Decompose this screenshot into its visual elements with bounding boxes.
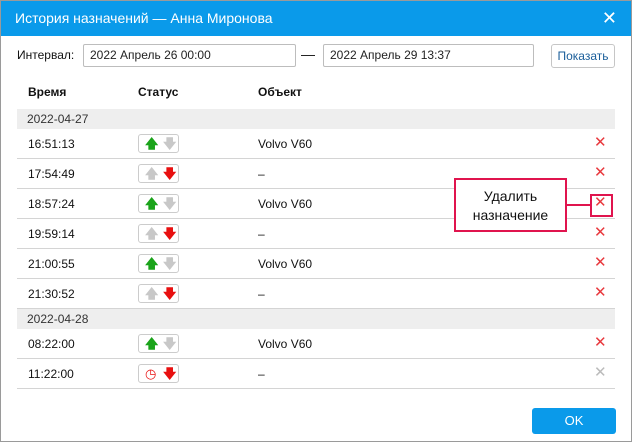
row-object: Volvo V60: [258, 197, 313, 211]
row-object: Volvo V60: [258, 257, 313, 271]
status-indicator: 🡅 🡇: [138, 334, 179, 353]
arrow-up-icon: 🡅: [145, 166, 159, 181]
dialog-title: История назначений — Анна Миронова: [15, 10, 273, 26]
row-time: 16:51:13: [28, 137, 75, 151]
delete-icon[interactable]: ✕: [594, 224, 607, 242]
interval-from-input[interactable]: 2022 Апрель 26 00:00: [83, 44, 296, 67]
arrow-down-icon: 🡇: [163, 256, 177, 271]
arrow-up-icon: 🡅: [145, 226, 159, 241]
arrow-up-icon: 🡅: [145, 256, 159, 271]
table-row: 21:30:52 🡅 🡇 – ✕: [17, 279, 615, 309]
arrow-down-icon: 🡇: [163, 366, 177, 381]
arrow-up-icon: 🡅: [145, 336, 159, 351]
status-indicator: 🡅 🡇: [138, 224, 179, 243]
group-header-date: 2022-04-28: [17, 309, 615, 329]
arrow-up-icon: 🡅: [145, 286, 159, 301]
row-time: 17:54:49: [28, 167, 75, 181]
delete-icon[interactable]: ✕: [594, 134, 607, 152]
row-time: 08:22:00: [28, 337, 75, 351]
column-header-object: Объект: [258, 85, 302, 99]
delete-icon: ✕: [594, 364, 607, 381]
delete-icon[interactable]: ✕: [594, 254, 607, 272]
row-object: Volvo V60: [258, 137, 313, 151]
callout-line2: назначение: [472, 207, 549, 223]
group-header-date: 2022-04-27: [17, 109, 615, 129]
row-object: –: [258, 227, 265, 241]
row-object: –: [258, 287, 265, 301]
table-row: 21:00:55 🡅 🡇 Volvo V60 ✕: [17, 249, 615, 279]
arrow-down-icon: 🡇: [163, 166, 177, 181]
arrow-up-icon: 🡅: [145, 136, 159, 151]
row-object: –: [258, 167, 265, 181]
table-row: 08:22:00 🡅 🡇 Volvo V60 ✕: [17, 329, 615, 359]
arrow-up-icon: 🡅: [145, 196, 159, 211]
row-time: 21:30:52: [28, 287, 75, 301]
ok-button[interactable]: OK: [532, 408, 616, 434]
row-object: Volvo V60: [258, 337, 313, 351]
interval-label: Интервал:: [17, 48, 75, 62]
callout-line1: Удалить: [483, 188, 538, 204]
row-time: 21:00:55: [28, 257, 75, 271]
dialog-titlebar: История назначений — Анна Миронова ✕: [1, 1, 631, 36]
arrow-down-icon: 🡇: [163, 286, 177, 301]
assignment-history-dialog: История назначений — Анна Миронова ✕ Инт…: [0, 0, 632, 442]
row-time: 11:22:00: [28, 367, 74, 381]
row-object: –: [258, 367, 265, 381]
arrow-down-icon: 🡇: [163, 226, 177, 241]
callout-highlight: [590, 194, 613, 217]
status-indicator: ◷ 🡇: [138, 364, 179, 383]
clock-icon: ◷: [145, 366, 157, 381]
delete-icon[interactable]: ✕: [594, 334, 607, 352]
status-indicator: 🡅 🡇: [138, 194, 179, 213]
status-indicator: 🡅 🡇: [138, 284, 179, 303]
arrow-down-icon: 🡇: [163, 136, 177, 151]
interval-separator: —: [301, 46, 315, 62]
status-indicator: 🡅 🡇: [138, 164, 179, 183]
show-button[interactable]: Показать: [551, 44, 615, 68]
column-header-time: Время: [28, 85, 67, 99]
interval-to-input[interactable]: 2022 Апрель 29 13:37: [323, 44, 534, 67]
delete-icon[interactable]: ✕: [594, 164, 607, 182]
table-row: 11:22:00 ◷ 🡇 – ✕: [17, 359, 615, 389]
callout-connector: [567, 204, 590, 206]
delete-icon[interactable]: ✕: [594, 284, 607, 302]
status-indicator: 🡅 🡇: [138, 254, 179, 273]
arrow-down-icon: 🡇: [163, 196, 177, 211]
close-icon[interactable]: ✕: [602, 1, 617, 36]
column-header-status: Статус: [138, 85, 179, 99]
table-row: 16:51:13 🡅 🡇 Volvo V60 ✕: [17, 129, 615, 159]
status-indicator: 🡅 🡇: [138, 134, 179, 153]
delete-callout: Удалить назначение: [454, 178, 567, 232]
row-time: 18:57:24: [28, 197, 75, 211]
arrow-down-icon: 🡇: [163, 336, 177, 351]
row-time: 19:59:14: [28, 227, 75, 241]
